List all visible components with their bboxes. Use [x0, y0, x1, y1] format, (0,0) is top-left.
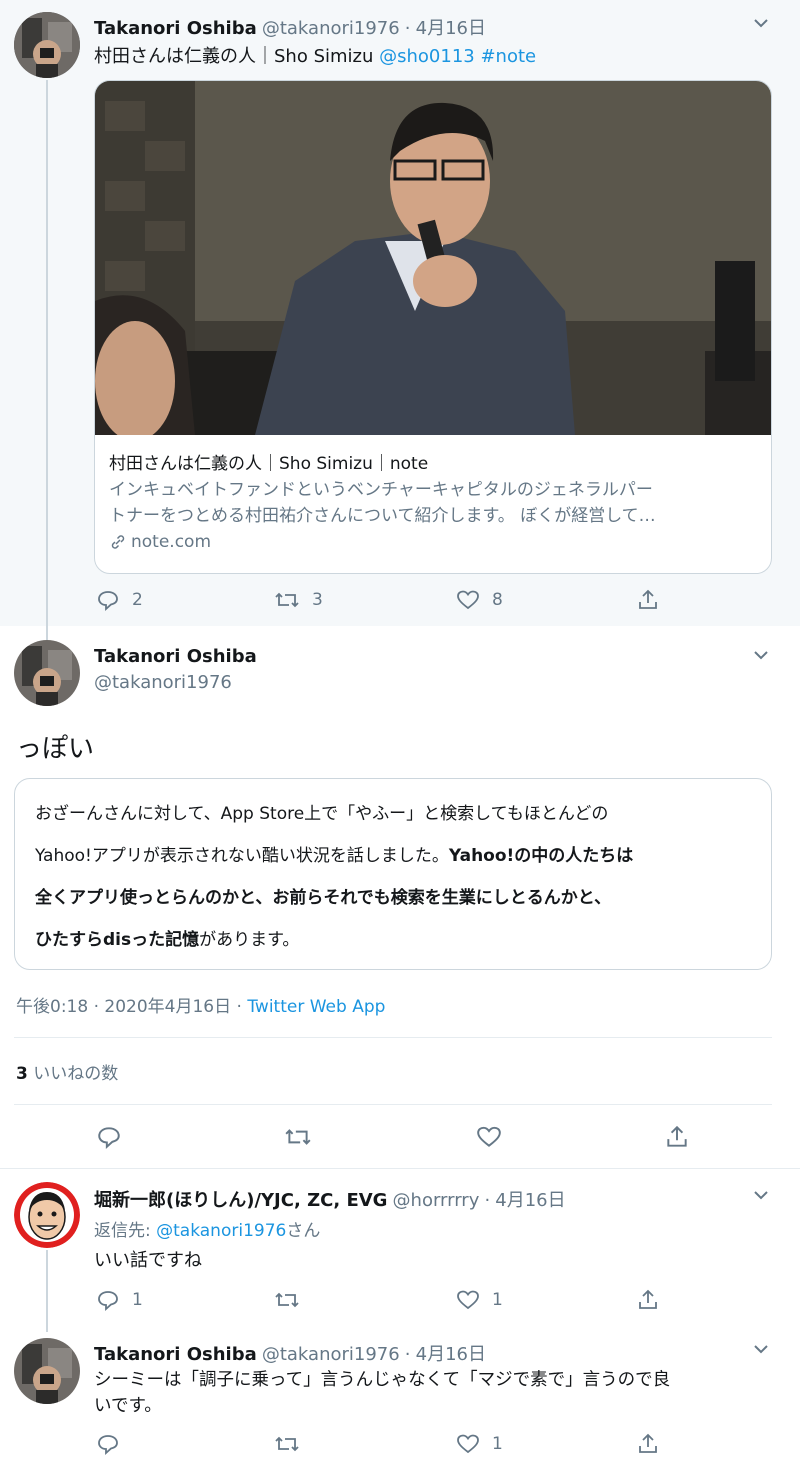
divider — [14, 1104, 772, 1105]
author-name[interactable]: Takanori Oshiba — [94, 1344, 257, 1365]
mention-link[interactable]: @sho0113 — [379, 46, 475, 67]
card-domain: note.com — [109, 529, 757, 555]
chevron-down-icon[interactable] — [752, 1340, 770, 1358]
tweet-full-date[interactable]: 2020年4月16日 — [104, 997, 231, 1017]
tweet-time[interactable]: 午後0:18 — [16, 997, 88, 1017]
retweet-button[interactable] — [284, 1124, 312, 1150]
like-count-stat[interactable]: 3 いいねの数 — [16, 1059, 118, 1084]
tweet-date[interactable]: 4月16日 — [495, 1190, 565, 1211]
divider — [0, 1168, 800, 1169]
retweet-icon — [284, 1124, 312, 1150]
chevron-down-icon[interactable] — [752, 1186, 770, 1204]
retweet-button[interactable] — [274, 1432, 300, 1456]
tweet1-header: Takanori Oshiba @takanori1976 · 4月16日 — [94, 14, 486, 40]
retweet-button[interactable]: 3 — [274, 588, 323, 612]
share-button[interactable] — [664, 1124, 690, 1150]
thread-line — [46, 80, 48, 640]
link-icon — [109, 533, 127, 551]
replying-to: 返信先: @takanori1976さん — [94, 1221, 321, 1241]
hashtag-link[interactable]: #note — [480, 46, 536, 67]
author-handle[interactable]: @takanori1976 — [262, 1344, 400, 1365]
author-handle[interactable]: @takanori1976 — [94, 672, 232, 693]
heart-icon — [456, 1288, 480, 1312]
tweet-body-line1: シーミーは「調子に乗って」言うんじゃなくて「マジで素で」言うので良 — [94, 1370, 671, 1390]
tweet1-text: 村田さんは仁義の人｜Sho Simizu @sho0113 #note — [94, 42, 536, 68]
tweet-date[interactable]: 4月16日 — [416, 18, 486, 39]
avatar[interactable] — [14, 1338, 80, 1404]
card-description-line2: トナーをつとめる村田祐介さんについて紹介します。 ぼくが経営して… — [109, 506, 656, 526]
dot-separator: · — [484, 1190, 491, 1211]
author-handle[interactable]: @takanori1976 — [262, 18, 400, 39]
heart-icon — [476, 1124, 502, 1150]
quote-line4: ひたすらdisった記憶があります。 — [35, 930, 300, 950]
tweet-body: いい話ですね — [94, 1250, 202, 1271]
author-name[interactable]: Takanori Oshiba — [94, 646, 257, 667]
tweet-timestamp: 午後0:18 · 2020年4月16日 · Twitter Web App — [16, 997, 386, 1017]
share-button[interactable] — [636, 588, 660, 612]
tweet-body-line2: いです。 — [94, 1396, 162, 1416]
author-name[interactable]: 堀新一郎(ほりしん)/YJC, ZC, EVG — [94, 1190, 387, 1211]
link-card[interactable]: 村田さんは仁義の人｜Sho Simizu｜note インキュベイトファンドという… — [94, 80, 772, 574]
avatar[interactable] — [14, 1182, 80, 1248]
like-button[interactable] — [476, 1124, 502, 1150]
chevron-down-icon[interactable] — [752, 14, 770, 32]
avatar[interactable] — [14, 12, 80, 78]
divider — [14, 1037, 772, 1038]
card-description-line1: インキュベイトファンドというベンチャーキャピタルのジェネラルパー — [109, 480, 653, 500]
tweet-date[interactable]: 4月16日 — [416, 1344, 486, 1365]
share-icon — [636, 1288, 660, 1312]
share-button[interactable] — [636, 1432, 660, 1456]
reply-icon — [96, 588, 120, 612]
retweet-icon — [274, 1432, 300, 1456]
avatar[interactable] — [14, 640, 80, 706]
main-tweet-text: っぽい — [16, 734, 95, 764]
share-button[interactable] — [636, 1288, 660, 1312]
card-title: 村田さんは仁義の人｜Sho Simizu｜note — [109, 454, 429, 474]
reply-icon — [96, 1288, 120, 1312]
reply-button[interactable] — [96, 1124, 122, 1150]
reply-button[interactable]: 1 — [96, 1288, 143, 1312]
share-icon — [636, 1432, 660, 1456]
thread-line — [46, 1250, 48, 1332]
quote-line1: おざーんさんに対して、App Store上で「やふー」と検索してもほとんどの — [35, 804, 609, 824]
heart-icon — [456, 588, 480, 612]
card-image — [95, 81, 771, 435]
reply-icon — [96, 1432, 120, 1456]
dot-separator: · — [404, 18, 411, 39]
like-button[interactable]: 1 — [456, 1288, 503, 1312]
share-icon — [664, 1124, 690, 1150]
tweet-body: 村田さんは仁義の人｜Sho Simizu — [94, 46, 374, 67]
reply2-header: Takanori Oshiba @takanori1976 · 4月16日 — [94, 1340, 486, 1366]
retweet-icon — [274, 1288, 300, 1312]
reply-to-mention[interactable]: @takanori1976 — [156, 1221, 286, 1241]
retweet-icon — [274, 588, 300, 612]
heart-icon — [456, 1432, 480, 1456]
reply1-header: 堀新一郎(ほりしん)/YJC, ZC, EVG @horrrrry · 4月16… — [94, 1186, 566, 1212]
retweet-button[interactable] — [274, 1288, 300, 1312]
quote-line2: Yahoo!アプリが表示されない酷い状況を話しました。Yahoo!の中の人たちは — [35, 846, 634, 866]
like-button[interactable]: 8 — [456, 588, 503, 612]
reply-button[interactable] — [96, 1432, 120, 1456]
source-app-link[interactable]: Twitter Web App — [247, 997, 385, 1017]
chevron-down-icon[interactable] — [752, 646, 770, 664]
author-name[interactable]: Takanori Oshiba — [94, 18, 257, 39]
reply-button[interactable]: 2 — [96, 588, 143, 612]
author-handle[interactable]: @horrrrry — [393, 1190, 480, 1211]
share-icon — [636, 588, 660, 612]
like-button[interactable]: 1 — [456, 1432, 503, 1456]
dot-separator: · — [404, 1344, 411, 1365]
reply-icon — [96, 1124, 122, 1150]
quote-line3: 全くアプリ使っとらんのかと、お前らそれでも検索を生業にしとるんかと、 — [35, 888, 612, 908]
quoted-text-box[interactable]: おざーんさんに対して、App Store上で「やふー」と検索してもほとんどの Y… — [14, 778, 772, 970]
